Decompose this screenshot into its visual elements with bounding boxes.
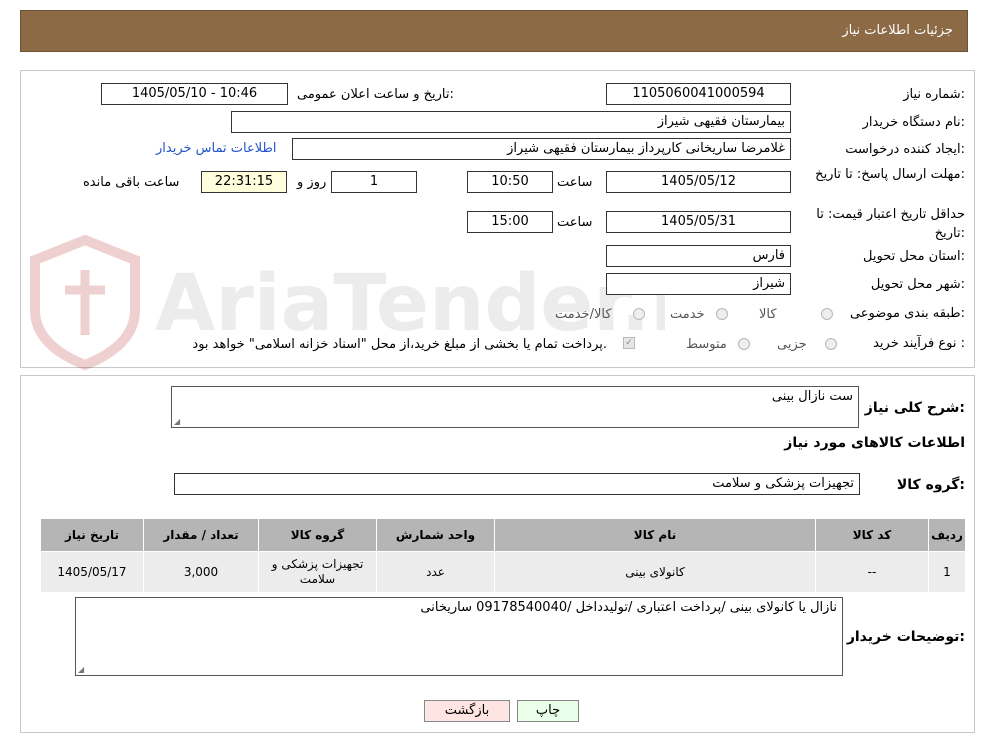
category-radio-goods[interactable] <box>821 308 833 320</box>
buyer-notes-label: توضیحات خریدار: <box>846 629 965 645</box>
cell-row-num: 1 <box>928 551 966 593</box>
remaining-time-field: 22:31:15 <box>201 171 287 193</box>
announce-label: تاریخ و ساعت اعلان عمومی: <box>297 87 454 102</box>
province-field[interactable]: فارس <box>606 245 791 267</box>
page-header: جزئیات اطلاعات نیاز <box>20 10 968 52</box>
buyer-contact-link[interactable]: اطلاعات تماس خریدار <box>156 141 276 156</box>
need-number-label: شماره نیاز: <box>903 87 965 102</box>
col-header-code: کد کالا <box>815 518 929 552</box>
cell-need-date: 1405/05/17 <box>40 551 144 593</box>
category-label: طبقه بندی موضوعی: <box>849 306 965 321</box>
province-label: استان محل تحویل: <box>863 249 965 264</box>
description-label: شرح کلی نیاز: <box>864 400 965 416</box>
city-field[interactable]: شیراز <box>606 273 791 295</box>
category-radio-goods-service[interactable] <box>633 308 645 320</box>
buyer-notes-text: نازال یا کانولای بینی /پرداخت اعتباری /ت… <box>420 600 837 615</box>
process-label: نوع فرآیند خرید : <box>873 336 965 351</box>
table-header-row: ردیف کد کالا نام کالا واحد شمارش گروه کا… <box>40 518 966 552</box>
process-radio-minor[interactable] <box>825 338 837 350</box>
cell-unit: عدد <box>376 551 495 593</box>
remaining-time-label: ساعت باقی مانده <box>83 175 180 190</box>
validity-time-label: ساعت <box>557 215 593 230</box>
reply-date-field[interactable]: 1405/05/12 <box>606 171 791 193</box>
need-number-field[interactable]: 1105060041000594 <box>606 83 791 105</box>
col-header-unit: واحد شمارش <box>376 518 495 552</box>
print-button[interactable]: چاپ <box>517 700 579 722</box>
reply-deadline-label: مهلت ارسال پاسخ: تا تاریخ: <box>815 167 965 182</box>
col-header-row-num: ردیف <box>928 518 966 552</box>
col-header-name: نام کالا <box>494 518 816 552</box>
cell-quantity: 3,000 <box>143 551 259 593</box>
announce-datetime-field[interactable]: 1405/05/10 - 10:46 <box>101 83 288 105</box>
col-header-quantity: تعداد / مقدار <box>143 518 259 552</box>
validity-time-field[interactable]: 15:00 <box>467 211 553 233</box>
description-text: ست نازال بینی <box>771 389 853 404</box>
validity-date-field[interactable]: 1405/05/31 <box>606 211 791 233</box>
requester-label: ایجاد کننده درخواست: <box>845 142 965 157</box>
payment-note: پرداخت تمام یا بخشی از مبلغ خرید،از محل … <box>192 337 607 352</box>
cell-code: -- <box>815 551 929 593</box>
category-option-goods-service: کالا/خدمت <box>555 307 612 322</box>
goods-info-title: اطلاعات کالاهای مورد نیاز <box>784 435 965 451</box>
col-header-group: گروه کالا <box>258 518 377 552</box>
buyer-org-label: نام دستگاه خریدار: <box>862 115 965 130</box>
process-option-medium: متوسط <box>686 337 727 352</box>
process-radio-medium[interactable] <box>738 338 750 350</box>
reply-time-label: ساعت <box>557 175 593 190</box>
requester-field[interactable]: غلامرضا ساریخانی کارپرداز بیمارستان فقیه… <box>292 138 791 160</box>
resize-handle-icon[interactable]: ◢ <box>174 417 180 426</box>
resize-handle-icon[interactable]: ◢ <box>78 665 84 674</box>
category-option-service: خدمت <box>670 307 705 322</box>
category-option-goods: کالا <box>759 307 777 322</box>
goods-table: ردیف کد کالا نام کالا واحد شمارش گروه کا… <box>40 518 966 593</box>
goods-group-field[interactable]: تجهیزات پزشکی و سلامت <box>174 473 860 495</box>
days-field[interactable]: 1 <box>331 171 417 193</box>
description-textarea[interactable]: ست نازال بینی ◢ <box>171 386 859 428</box>
reply-time-field[interactable]: 10:50 <box>467 171 553 193</box>
table-row[interactable]: 1 -- کانولای بینی عدد تجهیزات پزشکی و سل… <box>40 551 966 593</box>
cell-name: کانولای بینی <box>494 551 816 593</box>
process-option-minor: جزیی <box>777 337 807 352</box>
cell-group: تجهیزات پزشکی و سلامت <box>258 551 377 593</box>
back-button[interactable]: بازگشت <box>424 700 510 722</box>
city-label: شهر محل تحویل: <box>870 277 965 292</box>
buyer-notes-textarea[interactable]: نازال یا کانولای بینی /پرداخت اعتباری /ت… <box>75 597 843 676</box>
buyer-org-field[interactable]: بیمارستان فقیهی شیراز <box>231 111 791 133</box>
col-header-need-date: تاریخ نیاز <box>40 518 144 552</box>
goods-group-label: گروه کالا: <box>896 477 965 493</box>
days-label: روز و <box>297 175 327 190</box>
category-radio-service[interactable] <box>716 308 728 320</box>
treasury-checkbox[interactable]: ✓ <box>623 337 635 349</box>
page-title: جزئیات اطلاعات نیاز <box>842 23 953 38</box>
price-validity-label: حداقل تاریخ اعتبار قیمت: تا تاریخ: <box>816 207 965 241</box>
